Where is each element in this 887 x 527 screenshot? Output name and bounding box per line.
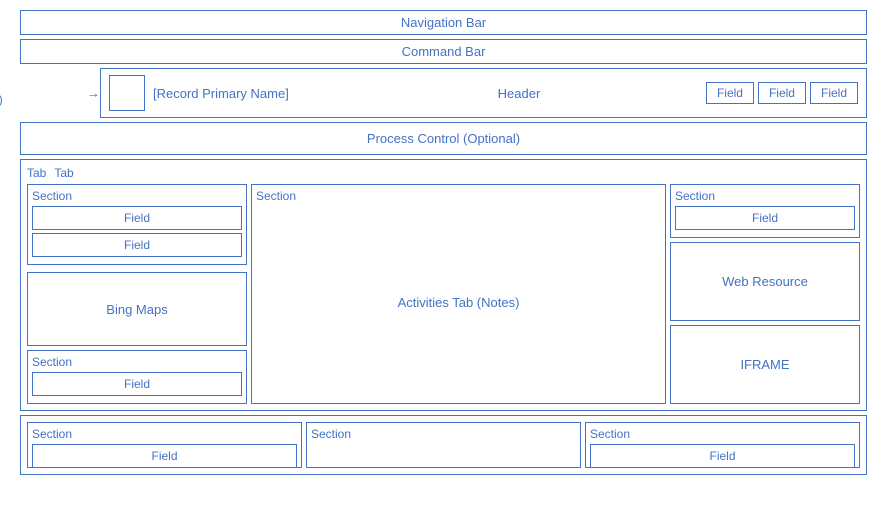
activities-tab-label: Activities Tab (Notes) <box>398 295 520 310</box>
left-section-top-title: Section <box>32 189 242 203</box>
left-section-bottom-field: Field <box>32 372 242 396</box>
header-row: → [Record Primary Name] Header Field Fie… <box>100 68 867 118</box>
bing-maps-label: Bing Maps <box>106 302 167 317</box>
bottom-section-3-field: Field <box>590 444 855 468</box>
middle-column: Section Activities Tab (Notes) <box>251 184 666 404</box>
command-bar: Command Bar <box>20 39 867 64</box>
header-field-2[interactable]: Field <box>758 82 806 104</box>
process-label: Process Control (Optional) <box>367 131 520 146</box>
bottom-section-3: Section Field <box>585 422 860 468</box>
tabs-area: Tab Tab Section Field Field Bing Maps Se… <box>20 159 867 411</box>
command-bar-label: Command Bar <box>402 44 486 59</box>
web-resource-label: Web Resource <box>722 274 808 289</box>
tab-labels: Tab Tab <box>27 166 860 180</box>
web-resource: Web Resource <box>670 242 860 321</box>
left-column: Section Field Field Bing Maps Section Fi… <box>27 184 247 404</box>
bottom-section-1-title: Section <box>32 427 297 441</box>
iframe-label: IFRAME <box>740 357 789 372</box>
header-field-1[interactable]: Field <box>706 82 754 104</box>
page-wrapper: Navigation Bar Command Bar Image(Optiona… <box>0 0 887 485</box>
right-section-top: Section Field <box>670 184 860 238</box>
header-field-3[interactable]: Field <box>810 82 858 104</box>
bing-maps: Bing Maps <box>27 272 247 346</box>
process-control: Process Control (Optional) <box>20 122 867 155</box>
header-fields: Field Field Field <box>706 82 858 104</box>
right-column: Section Field Web Resource IFRAME <box>670 184 860 404</box>
bottom-section-2-title: Section <box>311 427 576 441</box>
left-field-2: Field <box>32 233 242 257</box>
columns-row: Section Field Field Bing Maps Section Fi… <box>27 184 860 404</box>
header-label: Header <box>340 86 698 101</box>
bottom-section-1-field: Field <box>32 444 297 468</box>
iframe-box: IFRAME <box>670 325 860 404</box>
left-section-top: Section Field Field <box>27 184 247 265</box>
bottom-section-1: Section Field <box>27 422 302 468</box>
navigation-bar-label: Navigation Bar <box>401 15 486 30</box>
arrow-icon: → <box>87 86 100 101</box>
image-label: Image(Optional) <box>0 79 3 108</box>
mid-section-title: Section <box>256 189 661 203</box>
record-primary-name: [Record Primary Name] <box>153 86 332 101</box>
image-placeholder <box>109 75 145 111</box>
left-section-bottom-title: Section <box>32 355 242 369</box>
bottom-section-3-title: Section <box>590 427 855 441</box>
left-section-bottom: Section Field <box>27 350 247 404</box>
navigation-bar: Navigation Bar <box>20 10 867 35</box>
bottom-section-2: Section <box>306 422 581 468</box>
left-field-1: Field <box>32 206 242 230</box>
tab-2[interactable]: Tab <box>54 166 73 180</box>
right-field: Field <box>675 206 855 230</box>
right-section-title: Section <box>675 189 855 203</box>
bottom-sections: Section Field Section Section Field <box>20 415 867 475</box>
tab-1[interactable]: Tab <box>27 166 46 180</box>
